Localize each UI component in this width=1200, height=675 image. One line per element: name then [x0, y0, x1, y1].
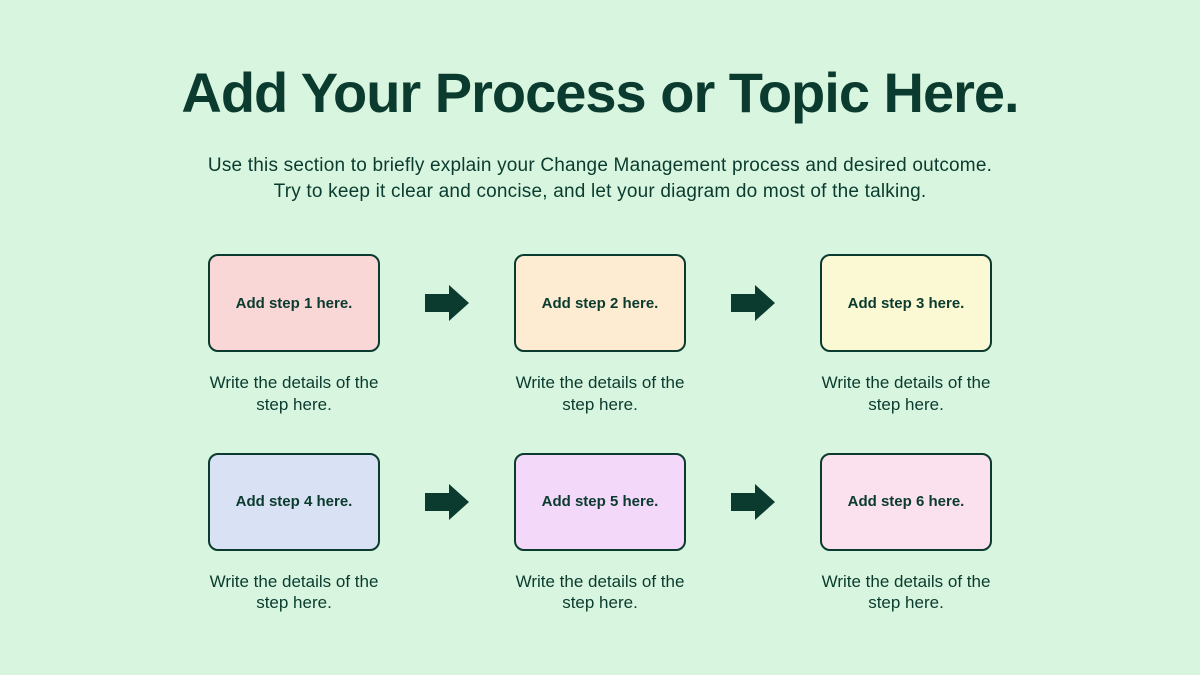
step-box-1: Add step 1 here.: [208, 254, 380, 352]
step-group-1: Add step 1 here. Write the details of th…: [194, 254, 394, 415]
subtitle-line-2: Try to keep it clear and concise, and le…: [274, 181, 927, 202]
slide-canvas: Add Your Process or Topic Here. Use this…: [0, 0, 1200, 675]
step-box-5: Add step 5 here.: [514, 453, 686, 551]
process-diagram: Add step 1 here. Write the details of th…: [194, 254, 1006, 613]
step-group-5: Add step 5 here. Write the details of th…: [500, 453, 700, 614]
step-group-4: Add step 4 here. Write the details of th…: [194, 453, 394, 614]
step-label: Add step 5 here.: [542, 493, 659, 510]
step-box-2: Add step 2 here.: [514, 254, 686, 352]
arrow-right-icon: [728, 254, 778, 352]
step-label: Add step 1 here.: [236, 295, 353, 312]
arrow-right-icon: [422, 453, 472, 551]
step-label: Add step 2 here.: [542, 295, 659, 312]
step-box-4: Add step 4 here.: [208, 453, 380, 551]
arrow-right-icon: [728, 453, 778, 551]
step-group-3: Add step 3 here. Write the details of th…: [806, 254, 1006, 415]
step-detail: Write the details of the step here.: [500, 571, 700, 614]
step-detail: Write the details of the step here.: [500, 372, 700, 415]
process-row-1: Add step 1 here. Write the details of th…: [194, 254, 1006, 415]
subtitle-line-1: Use this section to briefly explain your…: [208, 155, 992, 176]
process-row-2: Add step 4 here. Write the details of th…: [194, 453, 1006, 614]
step-box-3: Add step 3 here.: [820, 254, 992, 352]
step-box-6: Add step 6 here.: [820, 453, 992, 551]
step-detail: Write the details of the step here.: [194, 372, 394, 415]
step-detail: Write the details of the step here.: [806, 571, 1006, 614]
step-detail: Write the details of the step here.: [806, 372, 1006, 415]
step-detail: Write the details of the step here.: [194, 571, 394, 614]
arrow-right-icon: [422, 254, 472, 352]
step-label: Add step 6 here.: [848, 493, 965, 510]
step-group-6: Add step 6 here. Write the details of th…: [806, 453, 1006, 614]
step-label: Add step 3 here.: [848, 295, 965, 312]
step-group-2: Add step 2 here. Write the details of th…: [500, 254, 700, 415]
slide-title: Add Your Process or Topic Here.: [181, 60, 1018, 125]
slide-subtitle: Use this section to briefly explain your…: [208, 153, 992, 204]
step-label: Add step 4 here.: [236, 493, 353, 510]
